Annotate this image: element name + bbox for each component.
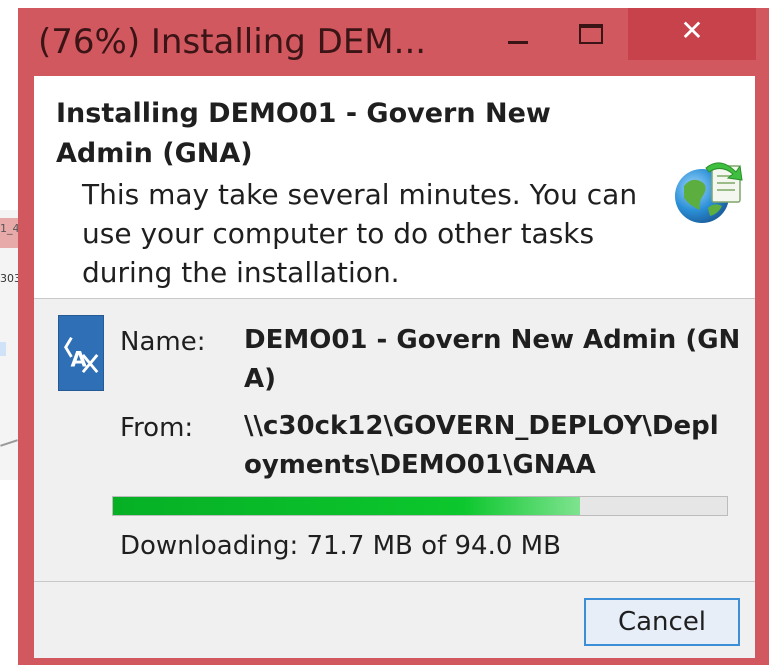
close-icon: ✕: [680, 14, 704, 47]
dialog-footer: Cancel: [34, 582, 755, 658]
name-label: Name:: [120, 327, 206, 357]
dialog-heading: Installing DEMO01 - Govern New Admin (GN…: [56, 98, 551, 169]
application-icon: A: [58, 315, 104, 391]
background-window-selection: [0, 342, 6, 356]
title-bar[interactable]: (76%) Installing DEM... ✕: [18, 8, 769, 76]
background-window-text: 1_4: [0, 222, 20, 235]
minimize-button[interactable]: [488, 8, 544, 60]
download-status: Downloading: 71.7 MB of 94.0 MB: [120, 531, 561, 561]
from-label: From:: [120, 413, 194, 443]
from-value: \\c30ck12\GOVERN_DEPLOY\Deployments\DEMO…: [244, 411, 719, 480]
close-button[interactable]: ✕: [628, 8, 756, 60]
name-value: DEMO01 - Govern New Admin (GNA): [244, 325, 741, 394]
window-title: (76%) Installing DEM...: [38, 22, 427, 62]
download-progress-bar: [112, 496, 728, 516]
dialog-description: This may take several minutes. You can u…: [82, 178, 638, 289]
background-window-line: [0, 439, 18, 447]
dialog-header: Installing DEMO01 - Govern New Admin (GN…: [34, 76, 755, 298]
cancel-button[interactable]: Cancel: [584, 598, 740, 646]
maximize-button[interactable]: [563, 8, 619, 60]
globe-install-icon: [675, 162, 743, 223]
dialog-content: Installing DEMO01 - Govern New Admin (GN…: [34, 76, 755, 658]
minimize-icon: [508, 41, 528, 44]
install-details: A Name: DEMO01 - Govern New Admin (GNA) …: [34, 298, 755, 582]
install-dialog: (76%) Installing DEM... ✕ Installing DEM…: [18, 8, 769, 665]
maximize-icon: [579, 24, 603, 44]
progress-fill: [113, 497, 580, 515]
